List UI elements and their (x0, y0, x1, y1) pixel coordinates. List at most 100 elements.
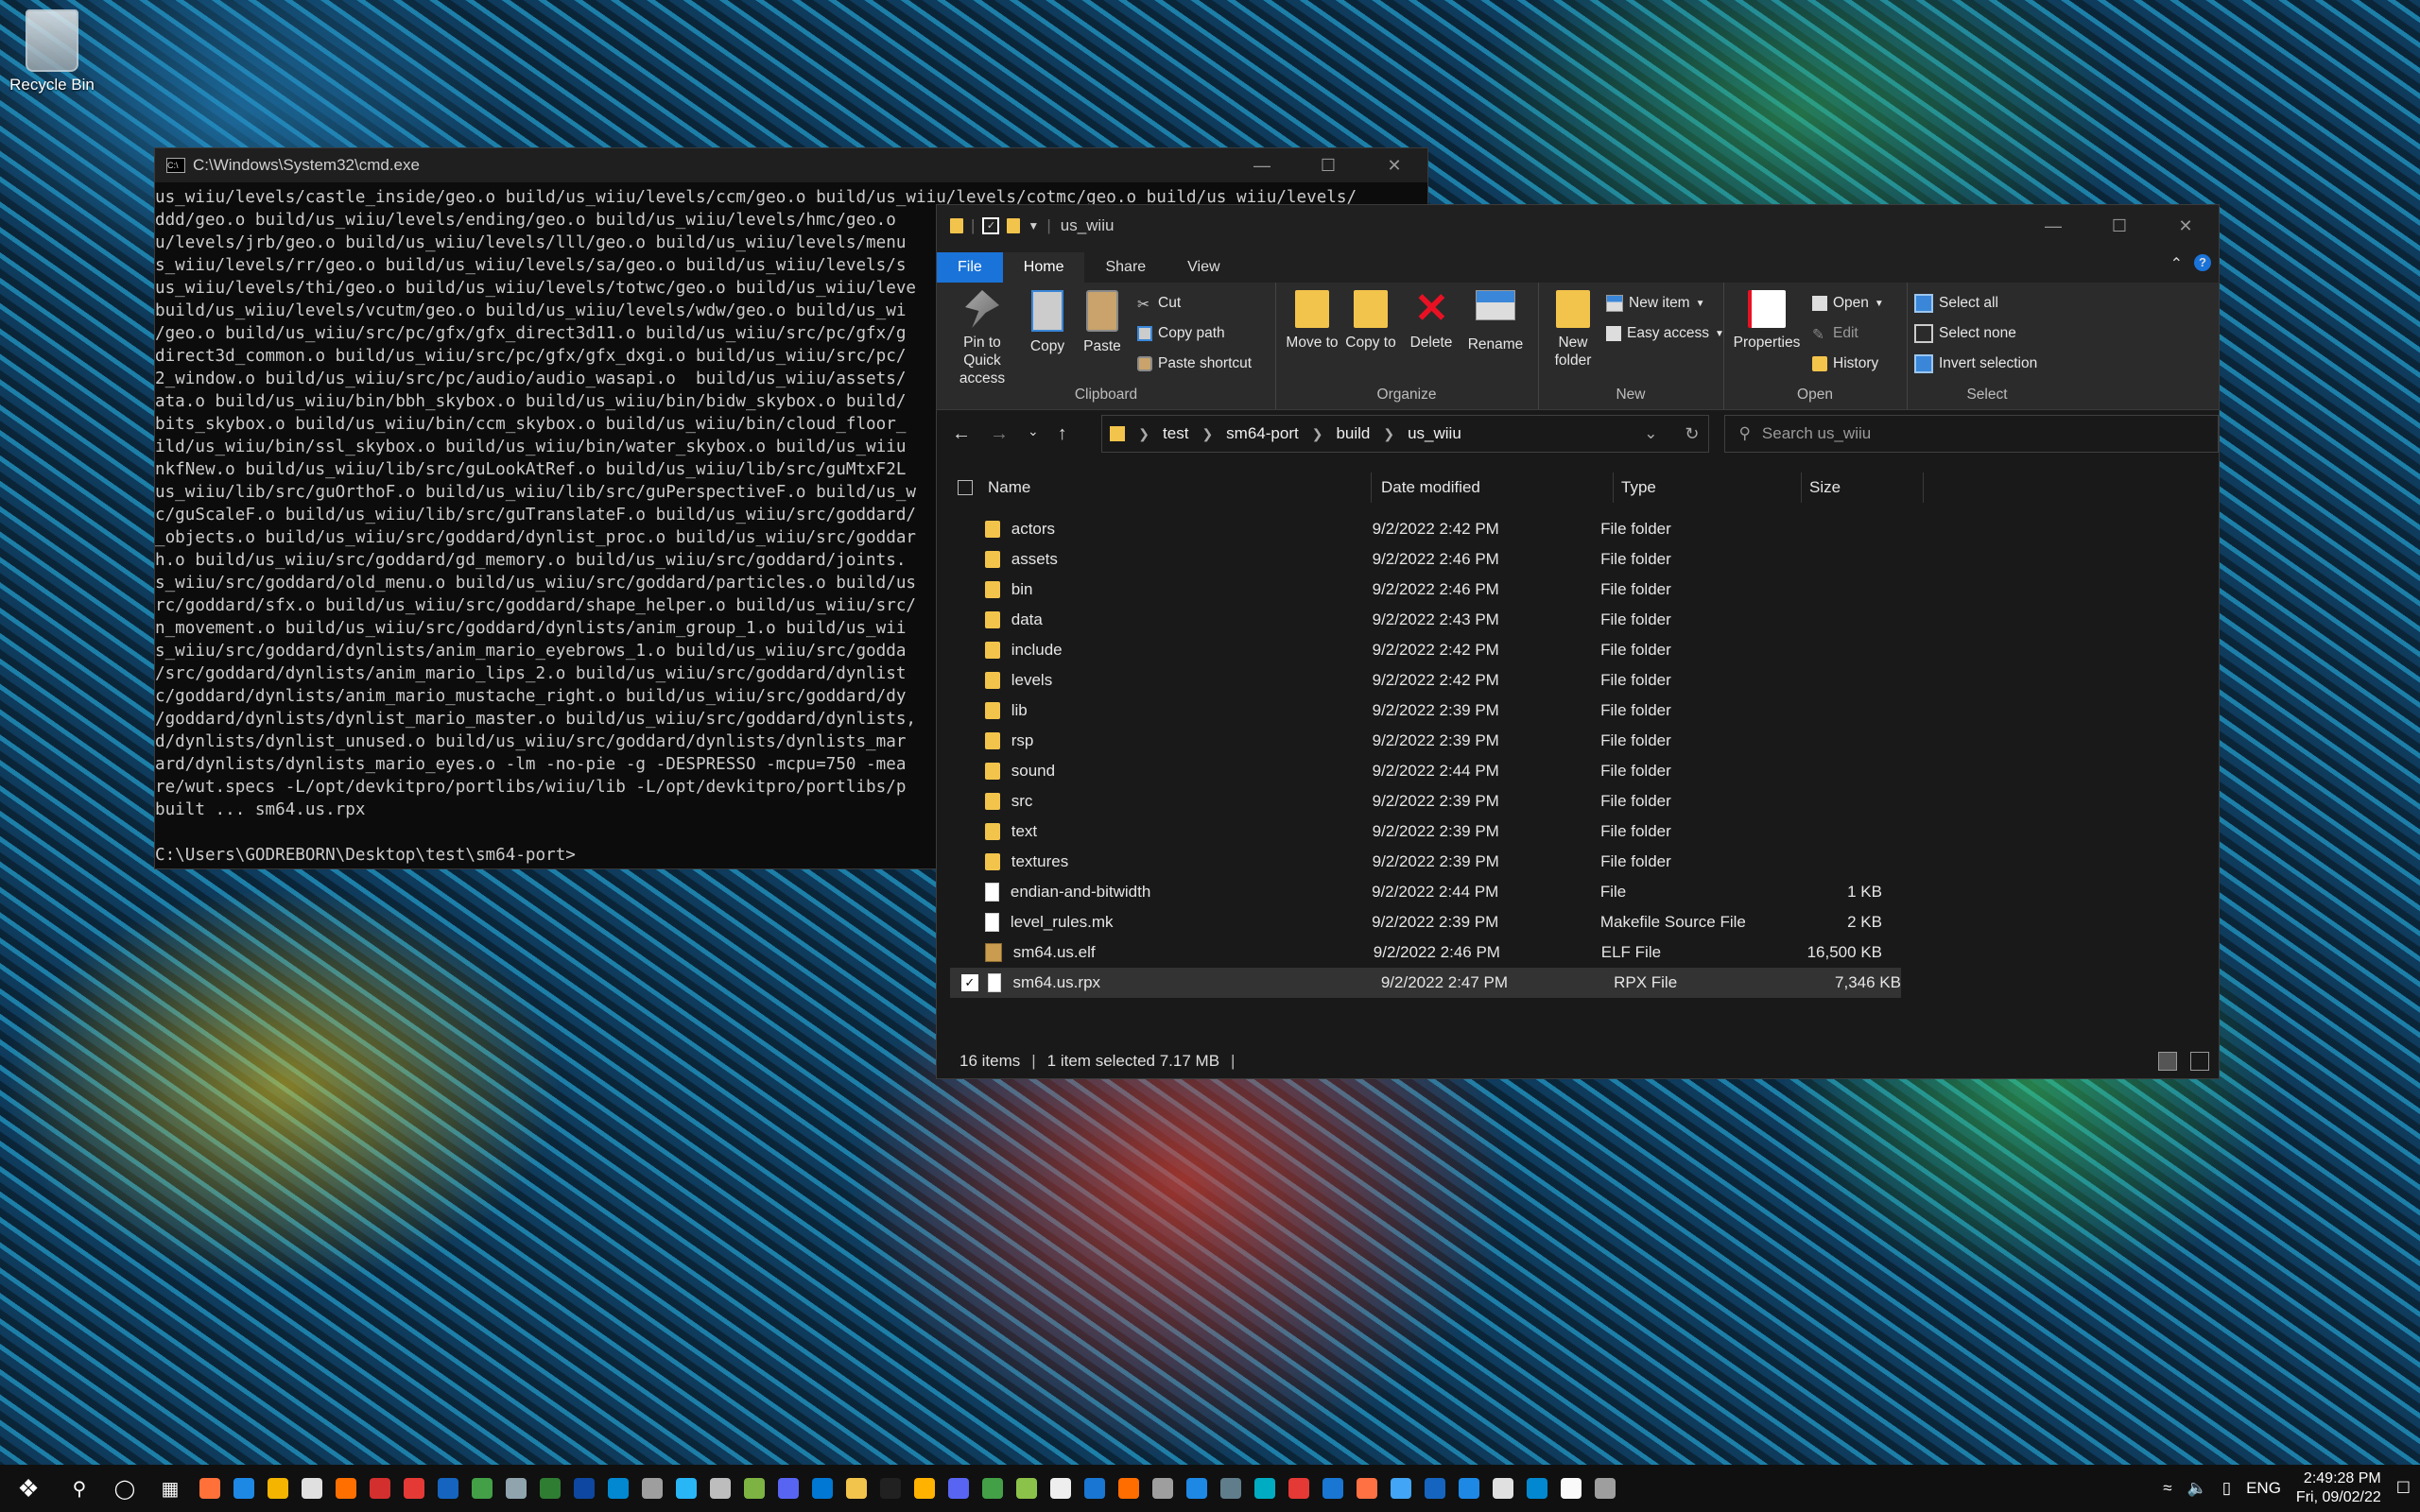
file-row[interactable]: textures 9/2/2022 2:39 PM File folder (937, 847, 1882, 877)
row-checkbox[interactable] (961, 552, 976, 567)
taskbar-app-button[interactable] (363, 1466, 397, 1511)
taskbar-app-button[interactable] (1418, 1466, 1452, 1511)
select-none-button[interactable]: Select none (1914, 320, 2016, 347)
breadcrumb-test[interactable]: test (1163, 424, 1188, 443)
column-header-size[interactable]: Size (1802, 472, 1924, 503)
close-button[interactable]: ✕ (2152, 216, 2219, 236)
customize-quick-access-icon[interactable]: ▼ (1028, 219, 1039, 232)
taskbar-app-button[interactable] (295, 1466, 329, 1511)
row-checkbox[interactable] (961, 673, 976, 688)
taskbar-app-button[interactable] (1078, 1466, 1112, 1511)
copy-path-button[interactable]: Copy path (1137, 320, 1225, 347)
properties-button[interactable]: Properties (1729, 290, 1805, 352)
notifications-icon[interactable]: ☐ (2396, 1479, 2411, 1498)
cmd-titlebar[interactable]: C:\ C:\Windows\System32\cmd.exe — ☐ ✕ (155, 148, 1427, 182)
task-view-button[interactable]: ▦ (147, 1466, 193, 1511)
taskbar-app-button[interactable] (703, 1466, 737, 1511)
breadcrumb-separator[interactable]: ❯ (1138, 426, 1150, 442)
taskbar-app-button[interactable] (805, 1466, 839, 1511)
easy-access-button[interactable]: Easy access ▼ (1606, 320, 1724, 347)
language-indicator[interactable]: ENG (2246, 1479, 2281, 1498)
chevron-down-icon[interactable]: ⌄ (1644, 424, 1657, 443)
select-all-button[interactable]: Select all (1914, 290, 1998, 317)
volume-icon[interactable]: 🔈 (2187, 1479, 2207, 1498)
taskbar-app-button[interactable] (1180, 1466, 1214, 1511)
back-arrow-icon[interactable]: ← (952, 423, 971, 445)
row-checkbox[interactable] (961, 854, 976, 869)
row-checkbox[interactable] (961, 764, 976, 779)
row-checkbox[interactable]: ✓ (961, 974, 978, 991)
row-checkbox[interactable] (961, 885, 976, 900)
breadcrumb-separator[interactable]: ❯ (1201, 426, 1213, 442)
search-box[interactable]: ⚲ Search us_wiiu (1724, 415, 2219, 453)
taskbar-app-button[interactable] (499, 1466, 533, 1511)
paste-shortcut-button[interactable]: Paste shortcut (1137, 351, 1252, 377)
paste-button[interactable]: Paste (1077, 290, 1128, 355)
breadcrumb-separator[interactable]: ❯ (1383, 426, 1394, 442)
refresh-icon[interactable]: ↻ (1685, 424, 1699, 444)
row-checkbox[interactable] (961, 794, 976, 809)
taskbar-app-button[interactable] (1146, 1466, 1180, 1511)
taskbar-app-button[interactable] (1486, 1466, 1520, 1511)
file-row[interactable]: rsp 9/2/2022 2:39 PM File folder (937, 726, 1882, 756)
taskbar-app-button[interactable] (601, 1466, 635, 1511)
taskbar-app-button[interactable] (431, 1466, 465, 1511)
address-bar[interactable]: ❯ test ❯ sm64-port ❯ build ❯ us_wiiu ⌄ ↻ (1101, 415, 1710, 453)
taskbar-app-button[interactable] (1044, 1466, 1078, 1511)
taskbar-app-button[interactable] (1520, 1466, 1554, 1511)
file-row[interactable]: ✓ sm64.us.rpx 9/2/2022 2:47 PM RPX File 7,34… (950, 968, 1901, 998)
start-button[interactable]: ❖ (0, 1466, 57, 1511)
row-checkbox[interactable] (961, 612, 976, 627)
row-checkbox[interactable] (961, 915, 976, 930)
new-item-button[interactable]: New item ▼ (1606, 290, 1705, 317)
row-checkbox[interactable] (961, 522, 976, 537)
copy-button[interactable]: Copy (1024, 290, 1071, 355)
cut-button[interactable]: ✂ Cut (1137, 290, 1181, 317)
close-button[interactable]: ✕ (1361, 156, 1427, 176)
large-icons-view-icon[interactable] (2190, 1052, 2209, 1071)
row-checkbox[interactable] (961, 703, 976, 718)
taskbar-app-button[interactable] (1248, 1466, 1282, 1511)
open-button[interactable]: Open ▼ (1812, 290, 1884, 317)
taskbar-app-button[interactable] (329, 1466, 363, 1511)
taskbar-app-button[interactable] (1588, 1466, 1622, 1511)
file-row[interactable]: bin 9/2/2022 2:46 PM File folder (937, 575, 1882, 605)
cortana-button[interactable]: ◯ (102, 1466, 147, 1511)
taskbar-app-button[interactable] (1010, 1466, 1044, 1511)
pin-to-quick-access-button[interactable]: Pin to Quick access (946, 290, 1018, 387)
row-checkbox[interactable] (961, 733, 976, 748)
search-input[interactable]: Search us_wiiu (1762, 424, 1871, 443)
taskbar-app-button[interactable] (193, 1466, 227, 1511)
clock[interactable]: 2:49:28 PM Fri, 09/02/22 (2296, 1469, 2381, 1507)
taskbar-app-button[interactable] (1214, 1466, 1248, 1511)
tab-view[interactable]: View (1167, 252, 1240, 283)
tab-share[interactable]: Share (1084, 252, 1167, 283)
taskbar-app-button[interactable] (976, 1466, 1010, 1511)
edit-button[interactable]: ✎ Edit (1812, 320, 1858, 347)
file-row[interactable]: levels 9/2/2022 2:42 PM File folder (937, 665, 1882, 696)
explorer-titlebar[interactable]: | ✓ ▼ | us_wiiu — ☐ ✕ (937, 205, 2219, 247)
file-row[interactable]: assets 9/2/2022 2:46 PM File folder (937, 544, 1882, 575)
taskbar-app-button[interactable] (567, 1466, 601, 1511)
taskbar-app-button[interactable] (908, 1466, 942, 1511)
tab-home[interactable]: Home (1002, 252, 1085, 283)
taskbar-app-button[interactable] (227, 1466, 261, 1511)
minimize-button[interactable]: — (2020, 216, 2086, 236)
history-button[interactable]: History (1812, 351, 1878, 377)
file-row[interactable]: data 9/2/2022 2:43 PM File folder (937, 605, 1882, 635)
invert-selection-button[interactable]: Invert selection (1914, 351, 2037, 377)
details-view-icon[interactable] (2158, 1052, 2177, 1071)
recent-locations-icon[interactable]: ⌄ (1028, 423, 1039, 445)
taskbar-app-button[interactable] (771, 1466, 805, 1511)
file-row[interactable]: sm64.us.elf 9/2/2022 2:46 PM ELF File 16,50… (937, 937, 1882, 968)
taskbar-app-button[interactable] (1384, 1466, 1418, 1511)
file-row[interactable]: text 9/2/2022 2:39 PM File folder (937, 816, 1882, 847)
up-arrow-icon[interactable]: ↑ (1058, 423, 1067, 445)
row-checkbox[interactable] (961, 824, 976, 839)
row-checkbox[interactable] (961, 582, 976, 597)
help-icon[interactable]: ? (2194, 254, 2211, 271)
file-row[interactable]: endian-and-bitwidth 9/2/2022 2:44 PM File 1… (937, 877, 1882, 907)
forward-arrow-icon[interactable]: → (990, 423, 1009, 445)
taskbar-app-button[interactable] (261, 1466, 295, 1511)
taskbar-app-button[interactable] (839, 1466, 873, 1511)
